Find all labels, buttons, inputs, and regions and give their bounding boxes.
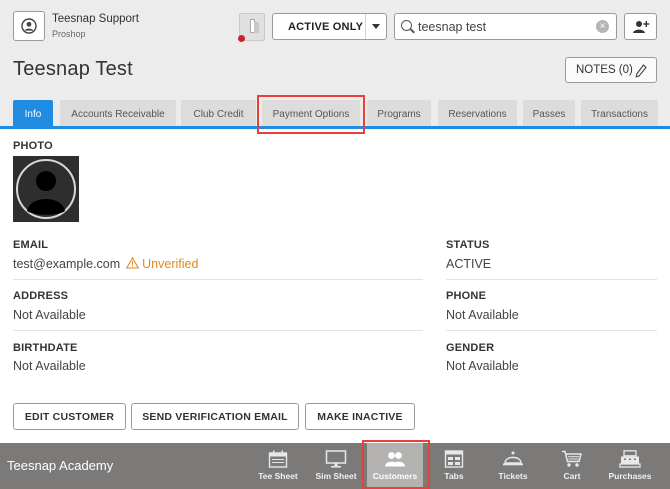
phone-value: Not Available	[446, 308, 519, 322]
birthdate-label: BIRTHDATE	[13, 342, 78, 354]
nav-tickets[interactable]: Tickets	[485, 443, 541, 489]
divider	[446, 279, 657, 280]
tab-reservations[interactable]: Reservations	[438, 100, 517, 128]
nav-label: Tabs	[444, 471, 464, 481]
gender-value: Not Available	[446, 359, 519, 373]
notes-button[interactable]: NOTES (0)	[565, 57, 657, 83]
nav-tee-sheet[interactable]: Tee Sheet	[250, 443, 306, 489]
warning-icon	[125, 256, 139, 269]
add-user-icon	[632, 20, 649, 33]
tab-club-credit[interactable]: Club Credit	[181, 100, 256, 128]
page-title: Teesnap Test	[13, 58, 133, 80]
address-value: Not Available	[13, 308, 86, 322]
cart-icon	[562, 450, 582, 467]
add-customer-button[interactable]	[624, 13, 657, 40]
nav-label: Tickets	[498, 471, 528, 481]
pencil-icon	[635, 64, 647, 78]
device-status-button[interactable]	[238, 13, 265, 42]
nav-purchases[interactable]: Purchases	[602, 443, 658, 489]
divider	[13, 279, 423, 280]
nav-tabs[interactable]: Tabs	[426, 443, 482, 489]
nav-label: Tee Sheet	[258, 471, 298, 481]
tabs-icon	[444, 450, 464, 468]
tab-programs[interactable]: Programs	[367, 100, 431, 128]
gender-label: GENDER	[446, 342, 495, 354]
status-value: ACTIVE	[446, 257, 492, 271]
tab-accounts-receivable[interactable]: Accounts Receivable	[60, 100, 176, 128]
status-dot-icon	[238, 35, 245, 42]
make-inactive-button[interactable]: MAKE INACTIVE	[305, 403, 415, 430]
chevron-down-icon	[372, 24, 380, 29]
payment-options-highlight	[257, 95, 365, 134]
user-icon	[21, 18, 37, 34]
user-account-button[interactable]	[13, 11, 45, 41]
search-icon	[401, 20, 412, 31]
customers-nav-highlight	[362, 440, 430, 489]
select-divider	[365, 14, 366, 39]
photo-label: PHOTO	[13, 140, 53, 152]
avatar-placeholder-icon	[13, 156, 79, 222]
academy-link[interactable]: Teesnap Academy	[7, 458, 113, 473]
address-label: ADDRESS	[13, 290, 69, 302]
divider	[446, 330, 657, 331]
customer-photo[interactable]	[13, 156, 79, 222]
status-label: STATUS	[446, 239, 490, 251]
tab-info[interactable]: Info	[13, 100, 53, 128]
phone-label: PHONE	[446, 290, 487, 302]
edit-customer-button[interactable]: EDIT CUSTOMER	[13, 403, 126, 430]
user-name: Teesnap Support	[52, 13, 139, 25]
calendar-icon	[268, 450, 288, 468]
search-input[interactable]	[418, 18, 588, 36]
birthdate-value: Not Available	[13, 359, 86, 373]
register-icon	[619, 450, 641, 468]
send-verification-email-button[interactable]: SEND VERIFICATION EMAIL	[131, 403, 299, 430]
nav-label: Sim Sheet	[315, 471, 357, 481]
email-label: EMAIL	[13, 239, 49, 251]
divider	[13, 330, 423, 331]
email-row: test@example.com Unverified	[13, 256, 199, 271]
cloche-icon	[503, 451, 523, 466]
tab-transactions[interactable]: Transactions	[581, 100, 658, 128]
nav-cart[interactable]: Cart	[544, 443, 600, 489]
device-icon-secondary	[254, 22, 259, 33]
email-value: test@example.com	[13, 257, 121, 271]
user-role: Proshop	[52, 29, 86, 39]
nav-sim-sheet[interactable]: Sim Sheet	[308, 443, 364, 489]
nav-label: Purchases	[608, 471, 652, 481]
nav-label: Cart	[563, 471, 581, 481]
tab-passes[interactable]: Passes	[523, 100, 575, 128]
status-filter-value: ACTIVE ONLY	[288, 20, 364, 33]
clear-search-icon[interactable]: ×	[596, 20, 609, 33]
monitor-icon	[325, 450, 347, 468]
notes-label: NOTES (0)	[576, 64, 633, 76]
search-field[interactable]: ×	[394, 13, 617, 40]
status-filter-select[interactable]: ACTIVE ONLY	[272, 13, 387, 40]
unverified-status: Unverified	[142, 257, 199, 271]
